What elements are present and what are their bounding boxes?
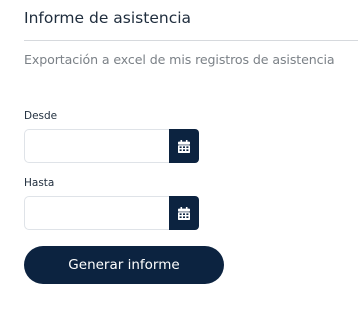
from-date-calendar-button[interactable] (169, 129, 199, 163)
from-date-field (24, 129, 199, 163)
title-divider (24, 40, 358, 41)
to-date-input[interactable] (24, 196, 169, 230)
page-subtitle: Exportación a excel de mis registros de … (24, 52, 335, 67)
page-title: Informe de asistencia (24, 9, 192, 27)
to-date-calendar-button[interactable] (169, 196, 199, 230)
to-date-field (24, 196, 199, 230)
calendar-icon (178, 139, 190, 153)
to-date-label: Hasta (24, 177, 55, 189)
generate-report-button[interactable]: Generar informe (24, 246, 224, 284)
calendar-icon (178, 206, 190, 220)
from-date-input[interactable] (24, 129, 169, 163)
from-date-label: Desde (24, 110, 58, 122)
